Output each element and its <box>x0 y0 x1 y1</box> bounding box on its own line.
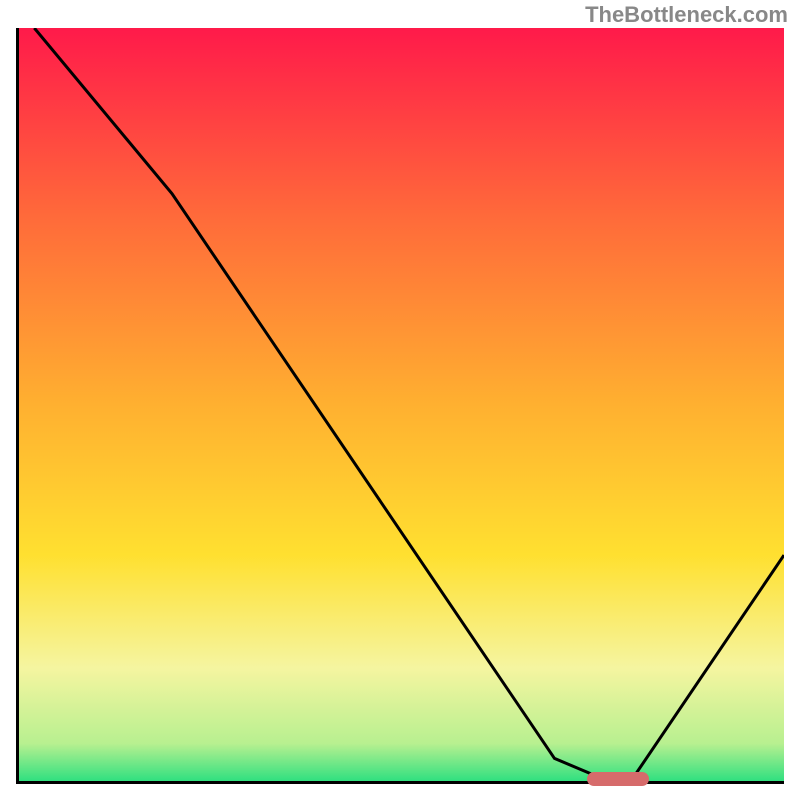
optimal-marker <box>587 772 648 786</box>
chart-plot-area <box>16 28 784 784</box>
watermark-text: TheBottleneck.com <box>585 2 788 28</box>
bottleneck-curve <box>19 28 784 781</box>
